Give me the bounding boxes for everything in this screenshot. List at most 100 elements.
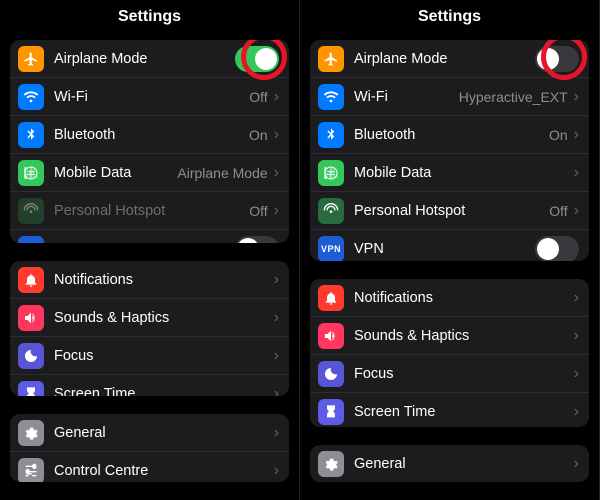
settings-row-focus[interactable]: Focus› [310,355,589,393]
wifi-icon [318,84,344,110]
row-label: Sounds & Haptics [54,310,272,326]
row-label: Personal Hotspot [354,203,549,219]
chevron-right-icon: › [274,202,279,220]
row-value: Hyperactive_EXT [459,89,568,105]
settings-group-notifications: Notifications›Sounds & Haptics›Focus›Scr… [310,279,589,427]
wifi-icon [18,84,44,110]
settings-row-vpn[interactable]: VPN VPN [310,230,589,261]
row-label: VPN [354,241,535,257]
bluetooth-icon [18,122,44,148]
row-label: General [54,425,272,441]
control-icon [18,458,44,482]
chevron-right-icon: › [574,403,579,421]
page-title: Settings [300,0,599,40]
chevron-right-icon: › [574,126,579,144]
mobile-icon [318,160,344,186]
chevron-right-icon: › [274,309,279,327]
airplane-toggle[interactable] [535,46,579,72]
vpn-icon: VPN [18,236,44,243]
general-icon [318,451,344,477]
toggle-knob [537,238,559,260]
chevron-right-icon: › [574,365,579,383]
screentime-icon [18,381,44,396]
settings-row-notifications[interactable]: Notifications› [310,279,589,317]
hotspot-icon [318,198,344,224]
chevron-right-icon: › [574,327,579,345]
row-label: Screen Time [354,404,572,420]
focus-icon [18,343,44,369]
toggle-knob [255,48,277,70]
bluetooth-icon [318,122,344,148]
chevron-right-icon: › [574,202,579,220]
settings-row-screentime[interactable]: Screen Time› [310,393,589,427]
chevron-right-icon: › [574,164,579,182]
chevron-right-icon: › [274,271,279,289]
toggle-knob [237,238,259,243]
screentime-icon [318,399,344,425]
settings-row-bluetooth[interactable]: BluetoothOn › [310,116,589,154]
settings-row-mobile[interactable]: Mobile DataAirplane Mode› [10,154,289,192]
row-label: General [354,456,572,472]
settings-row-screentime[interactable]: Screen Time› [10,375,289,396]
row-value: On [249,127,268,143]
settings-row-control[interactable]: Control Centre› [10,452,289,482]
vpn-toggle[interactable] [235,236,279,243]
settings-group-connectivity: Airplane ModeWi-FiOff›BluetoothOn›Mobile… [10,40,289,243]
settings-row-airplane[interactable]: Airplane Mode [310,40,589,78]
settings-row-wifi[interactable]: Wi-FiOff › [10,78,289,116]
row-label: Screen Time [54,386,272,396]
vpn-toggle[interactable] [535,236,579,261]
settings-row-notifications[interactable]: Notifications› [10,261,289,299]
airplane-toggle[interactable] [235,46,279,72]
settings-row-hotspot[interactable]: Personal HotspotOff› [310,192,589,230]
settings-group-general: General›Control Centre› [10,414,289,482]
row-value: Airplane Mode [177,165,267,181]
row-value: Off [249,89,267,105]
row-label: Mobile Data [54,165,177,181]
row-label: Personal Hotspot [54,203,249,219]
mobile-icon [18,160,44,186]
toggle-knob [537,48,559,70]
row-label: Notifications [354,290,572,306]
settings-row-airplane[interactable]: Airplane Mode [10,40,289,78]
notifications-icon [318,285,344,311]
sounds-icon [18,305,44,331]
settings-row-hotspot[interactable]: Personal HotspotOff › [10,192,289,230]
focus-icon [318,361,344,387]
settings-group-connectivity: Airplane ModeWi-FiHyperactive_EXT›Blueto… [310,40,589,261]
vpn-icon: VPN [318,236,344,261]
row-label: Airplane Mode [54,51,235,67]
settings-row-sounds[interactable]: Sounds & Haptics› [10,299,289,337]
row-label: Mobile Data [354,165,572,181]
row-label: Wi-Fi [54,89,249,105]
settings-row-bluetooth[interactable]: BluetoothOn › [10,116,289,154]
settings-row-vpn[interactable]: VPNVPN [10,230,289,243]
notifications-icon [18,267,44,293]
row-label: Sounds & Haptics [354,328,572,344]
settings-row-mobile[interactable]: Mobile Data› [310,154,589,192]
page-title: Settings [0,0,299,40]
airplane-icon [18,46,44,72]
settings-row-general[interactable]: General› [10,414,289,452]
settings-row-wifi[interactable]: Wi-FiHyperactive_EXT› [310,78,589,116]
chevron-right-icon: › [274,88,279,106]
chevron-right-icon: › [274,126,279,144]
row-label: Bluetooth [54,127,249,143]
sounds-icon [318,323,344,349]
row-label: Bluetooth [354,127,549,143]
chevron-right-icon: › [574,88,579,106]
settings-group-general: General› [310,445,589,482]
chevron-right-icon: › [574,455,579,473]
airplane-icon [318,46,344,72]
settings-row-general[interactable]: General› [310,445,589,482]
right-screenshot: Settings Airplane ModeWi-FiHyperactive_E… [300,0,600,500]
row-label: Control Centre [54,463,272,479]
chevron-right-icon: › [274,462,279,480]
chevron-right-icon: › [274,347,279,365]
chevron-right-icon: › [274,385,279,396]
row-value: Off [249,203,267,219]
settings-row-focus[interactable]: Focus› [10,337,289,375]
row-label: Focus [354,366,572,382]
settings-row-sounds[interactable]: Sounds & Haptics› [310,317,589,355]
row-value: On [549,127,568,143]
